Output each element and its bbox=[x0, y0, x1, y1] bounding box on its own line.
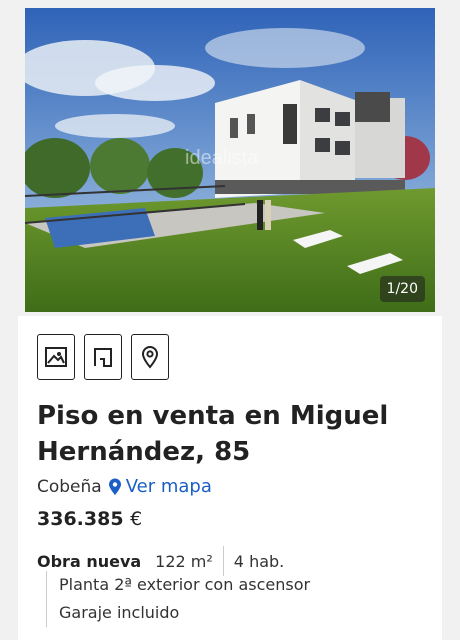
status-badge: Obra nueva bbox=[37, 551, 142, 571]
price-value: 336.385 bbox=[37, 508, 124, 530]
watermark-text: idealista bbox=[185, 147, 259, 169]
photos-button[interactable] bbox=[37, 334, 75, 380]
floor-plan-button[interactable] bbox=[84, 334, 122, 380]
listing-photo[interactable]: idealista 1/20 bbox=[25, 8, 435, 312]
listing-card: Piso en venta en Miguel Hernández, 85 Co… bbox=[18, 316, 442, 640]
price: 336.385 € bbox=[37, 508, 142, 530]
detail-item: Planta 2ª exterior con ascensor bbox=[59, 575, 311, 594]
building-render-image: idealista bbox=[25, 8, 435, 312]
map-pin-icon bbox=[141, 346, 159, 369]
photo-counter: 1/20 bbox=[379, 276, 425, 302]
details-list: Planta 2ª exterior con ascensor Garaje i… bbox=[46, 571, 310, 627]
image-icon bbox=[45, 347, 67, 367]
location-text: Cobeña bbox=[37, 476, 102, 497]
location-pin-icon bbox=[108, 478, 121, 495]
floor-plan-icon bbox=[94, 348, 112, 367]
view-map-label: Ver mapa bbox=[125, 476, 212, 497]
price-currency: € bbox=[130, 508, 143, 530]
rooms-value: 4 hab. bbox=[233, 551, 285, 571]
area-value: 122 m² bbox=[155, 551, 213, 571]
detail-item: Garaje incluido bbox=[59, 603, 180, 622]
map-button[interactable] bbox=[131, 334, 169, 380]
location-row: Cobeña Ver mapa bbox=[37, 476, 212, 497]
view-map-link[interactable]: Ver mapa bbox=[108, 476, 212, 497]
listing-title: Piso en venta en Miguel Hernández, 85 bbox=[37, 401, 389, 467]
